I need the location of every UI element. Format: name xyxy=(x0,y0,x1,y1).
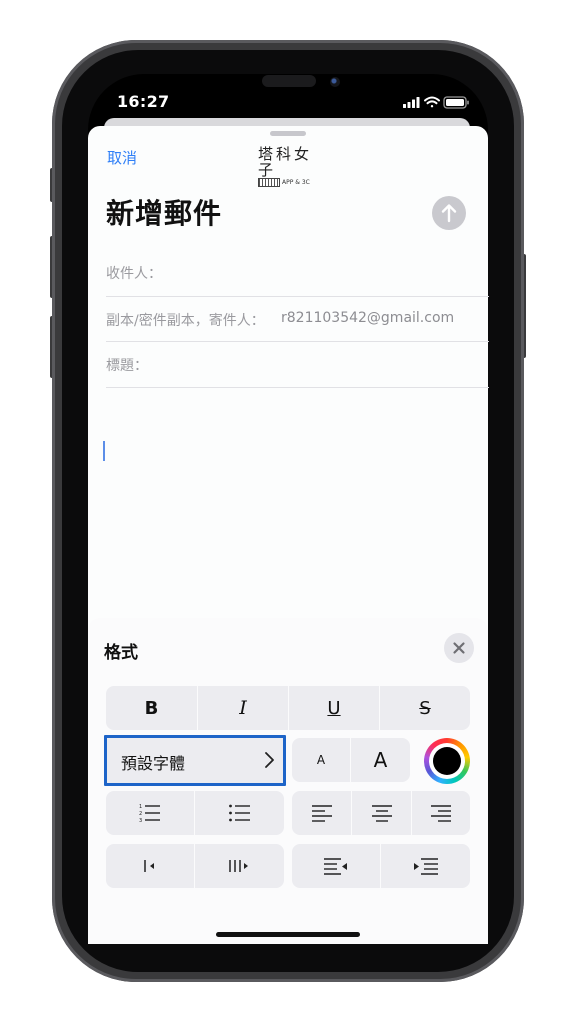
current-color-swatch xyxy=(433,747,461,775)
to-field[interactable]: 收件人： xyxy=(106,263,162,283)
bulleted-list-button[interactable] xyxy=(195,791,284,835)
outdent-button[interactable] xyxy=(292,844,380,888)
format-panel-title: 格式 xyxy=(104,643,138,663)
home-indicator[interactable] xyxy=(216,932,360,937)
battery-icon xyxy=(443,96,469,109)
svg-text:2: 2 xyxy=(139,811,142,817)
strikethrough-button[interactable]: S xyxy=(380,686,470,730)
alignment-group xyxy=(292,791,470,835)
bulleted-list-icon xyxy=(228,804,250,822)
cancel-button[interactable]: 取消 xyxy=(107,147,137,168)
send-arrow-icon xyxy=(441,204,457,223)
logo-barcode xyxy=(258,178,280,187)
close-format-button[interactable] xyxy=(444,633,474,663)
numbered-list-button[interactable]: 123 xyxy=(106,791,194,835)
strikethrough-label: S xyxy=(419,697,431,719)
subject-field[interactable]: 標題： xyxy=(106,355,148,375)
align-right-button[interactable] xyxy=(412,791,470,835)
decrease-font-size-button[interactable]: A xyxy=(292,738,350,782)
decrease-quote-level-button[interactable] xyxy=(106,844,194,888)
italic-button[interactable]: I xyxy=(198,686,288,730)
divider xyxy=(106,387,489,388)
divider xyxy=(106,296,489,297)
quote-level-group xyxy=(106,844,284,888)
small-a-label: A xyxy=(316,753,326,767)
chevron-right-icon xyxy=(265,752,274,768)
page-title: 新增郵件 xyxy=(106,197,223,230)
align-right-icon xyxy=(431,805,451,822)
logo-sub-text: APP & 3C xyxy=(282,179,310,186)
font-size-group: A A xyxy=(292,738,410,782)
text-cursor xyxy=(103,441,105,461)
italic-label: I xyxy=(239,697,247,719)
wifi-icon xyxy=(424,96,440,108)
send-button[interactable] xyxy=(432,196,466,230)
default-font-button[interactable]: 預設字體 xyxy=(104,735,286,786)
cc-bcc-from-field[interactable]: 副本/密件副本，寄件人： xyxy=(106,310,265,330)
underline-label: U xyxy=(327,697,341,719)
bold-label: B xyxy=(144,697,159,719)
large-a-label: A xyxy=(373,748,388,772)
increase-font-size-button[interactable]: A xyxy=(351,738,410,782)
decrease-indent-icon xyxy=(144,860,154,872)
align-left-icon xyxy=(311,805,332,822)
text-style-group: B I U S xyxy=(106,686,470,730)
font-button-label: 預設字體 xyxy=(121,754,186,773)
front-camera xyxy=(330,77,340,87)
align-center-button[interactable] xyxy=(352,791,411,835)
status-time: 16:27 xyxy=(117,92,170,111)
increase-quote-level-button[interactable] xyxy=(195,844,284,888)
svg-text:3: 3 xyxy=(139,818,142,824)
numbered-list-icon: 123 xyxy=(139,804,160,824)
indent-button[interactable] xyxy=(381,844,470,888)
bold-button[interactable]: B xyxy=(106,686,197,730)
text-color-button[interactable] xyxy=(424,738,470,784)
logo-main-text: 塔科女子 xyxy=(258,145,313,179)
underline-button[interactable]: U xyxy=(289,686,379,730)
align-left-button[interactable] xyxy=(292,791,351,835)
outdent-icon xyxy=(324,858,347,875)
speaker-grill xyxy=(262,75,316,87)
indent-icon xyxy=(413,858,438,875)
sheet-grabber[interactable] xyxy=(270,131,306,136)
divider xyxy=(106,341,489,342)
svg-text:1: 1 xyxy=(139,804,142,810)
indent-group xyxy=(292,844,470,888)
list-group: 123 xyxy=(106,791,284,835)
from-address[interactable]: r821103542@gmail.com xyxy=(281,310,454,326)
status-icons xyxy=(403,94,473,109)
increase-indent-icon xyxy=(228,860,248,872)
close-icon xyxy=(453,642,465,654)
watermark-logo: 塔科女子 APP & 3C xyxy=(258,145,328,187)
align-center-icon xyxy=(371,805,392,822)
signal-icon xyxy=(403,97,420,108)
